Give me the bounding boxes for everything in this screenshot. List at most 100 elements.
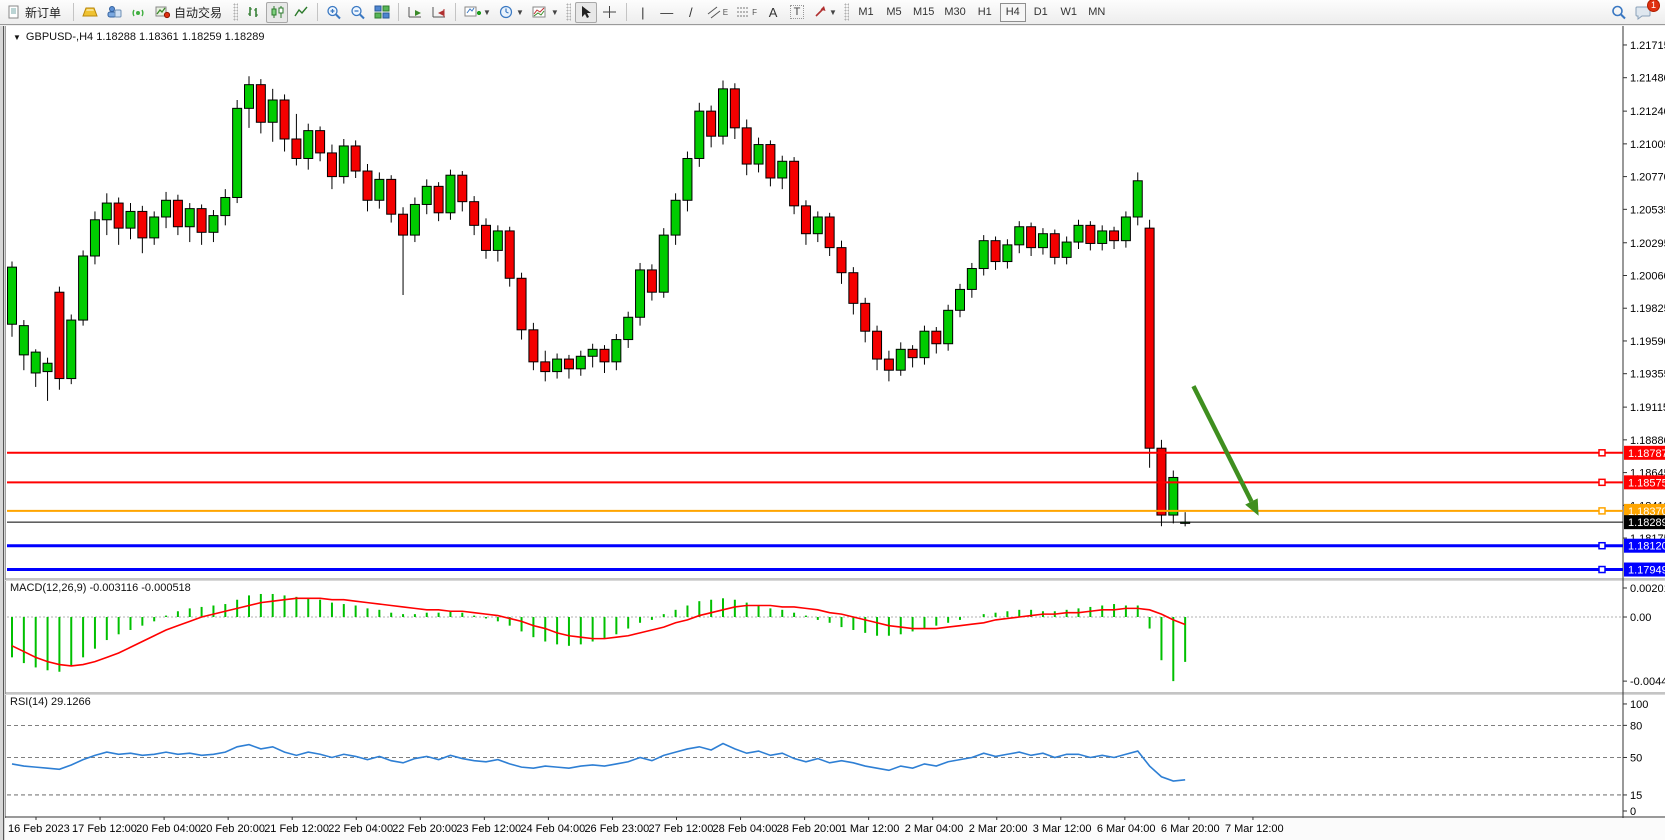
candle-body [659,235,668,292]
candle-body [1015,227,1024,245]
vertical-line-icon: | [641,5,644,20]
date-axis-label: 7 Mar 12:00 [1225,823,1284,835]
candle-body [884,359,893,370]
market-depth-button[interactable] [79,2,101,23]
fibonacci-icon [736,5,752,19]
date-axis-label: 27 Feb 12:00 [649,823,714,835]
candle-body [624,317,633,339]
zoom-out-button[interactable] [347,2,369,23]
text-tool[interactable]: A [762,2,784,23]
new-order-button[interactable]: 新订单 [3,2,68,23]
signals-button[interactable] [127,2,149,23]
candle-body [742,128,751,164]
timeframe-m15[interactable]: M15 [909,3,938,22]
candlestick-chart-button[interactable] [266,2,288,23]
price-axis-tick: 1.19355 [1630,369,1665,381]
candle-body [979,241,988,269]
candle-body [221,197,230,215]
cursor-button[interactable] [575,2,597,23]
candle-body [1050,234,1059,258]
candle-body [920,331,929,357]
line-anchor-handle[interactable] [1599,450,1605,456]
line-anchor-handle[interactable] [1599,543,1605,549]
date-axis-label: 20 Feb 04:00 [136,823,201,835]
candle-body [327,153,336,177]
indicators-icon [532,5,549,19]
price-line-label: 1.17949 [1628,565,1665,577]
zoom-in-button[interactable] [323,2,345,23]
vertical-line-tool[interactable]: | [632,2,654,23]
candle-body [245,85,254,109]
rsi-axis-tick: 0 [1630,806,1636,818]
timeframe-m30[interactable]: M30 [940,3,969,22]
search-button[interactable] [1608,2,1630,23]
candle-body [292,139,301,159]
candle-body [43,363,52,371]
candle-body [754,145,763,165]
chart-window[interactable]: ▼ GBPUSD-,H4 1.18288 1.18361 1.18259 1.1… [0,26,1665,840]
date-axis-label: 2 Mar 20:00 [969,823,1028,835]
candle-body [268,100,277,122]
new-chart-icon [464,5,481,19]
horizontal-line-icon: — [660,5,673,20]
candle-body [114,203,123,228]
candle-body [600,349,609,362]
date-axis-label: 3 Mar 12:00 [1033,823,1092,835]
auto-scroll-button[interactable] [404,2,426,23]
timeframe-h1[interactable]: H1 [972,3,998,22]
horizontal-line-tool[interactable]: — [656,2,678,23]
search-icon [1611,5,1627,20]
candle-body [351,146,360,171]
rsi-axis-tick: 80 [1630,720,1642,732]
autotrading-icon [155,5,170,19]
candle-body [410,204,419,235]
periods-button[interactable]: ▼ [496,2,527,23]
line-anchor-handle[interactable] [1599,508,1605,514]
timeframe-w1[interactable]: W1 [1056,3,1082,22]
candle-body [790,161,799,206]
autotrading-button[interactable]: 自动交易 [151,2,229,23]
timeframe-m1[interactable]: M1 [853,3,879,22]
new-chart-button[interactable]: ▼ [461,2,494,23]
channel-tool[interactable]: E [704,2,731,23]
candle-body [90,220,99,256]
clock-icon [499,5,514,19]
zoom-out-icon [350,5,366,20]
collapse-icon[interactable]: ▼ [13,33,21,42]
price-axis-tick: 1.18880 [1630,435,1665,447]
candle-body [19,326,28,355]
chart-title: ▼ GBPUSD-,H4 1.18288 1.18361 1.18259 1.1… [13,31,264,43]
indicators-button[interactable]: ▼ [529,2,562,23]
terminal-button[interactable] [103,2,125,23]
chart-canvas[interactable]: 1.217151.214801.212401.210051.207701.205… [5,26,1665,840]
timeframe-mn[interactable]: MN [1084,3,1110,22]
price-axis-tick: 1.20295 [1630,238,1665,250]
fibonacci-tool[interactable]: F [733,2,760,23]
notifications-button[interactable]: 1 [1632,2,1655,23]
line-anchor-handle[interactable] [1599,479,1605,485]
tile-windows-button[interactable] [371,2,393,23]
date-axis-label: 16 Feb 2023 [8,823,70,835]
date-axis-label: 28 Feb 20:00 [777,823,842,835]
signal-icon [130,5,146,19]
terminal-icon [106,5,122,19]
macd-axis-tick: 0.00 [1630,612,1651,624]
chart-shift-icon [431,5,447,19]
text-label-tool[interactable]: T [786,2,808,23]
candle-body [576,356,585,369]
trendline-tool[interactable]: / [680,2,702,23]
bar-chart-button[interactable] [242,2,264,23]
chart-shift-button[interactable] [428,2,450,23]
candle-body [8,267,17,324]
candle-body [564,359,573,369]
line-chart-button[interactable] [290,2,312,23]
timeframe-d1[interactable]: D1 [1028,3,1054,22]
timeframe-m5[interactable]: M5 [881,3,907,22]
arrows-tool[interactable]: ▼ [810,2,840,23]
price-line-label: 1.18289 [1628,517,1665,529]
text-tool-icon: A [769,5,778,20]
candle-body [730,89,739,128]
line-anchor-handle[interactable] [1599,567,1605,573]
crosshair-button[interactable] [599,2,621,23]
timeframe-h4[interactable]: H4 [1000,3,1026,22]
